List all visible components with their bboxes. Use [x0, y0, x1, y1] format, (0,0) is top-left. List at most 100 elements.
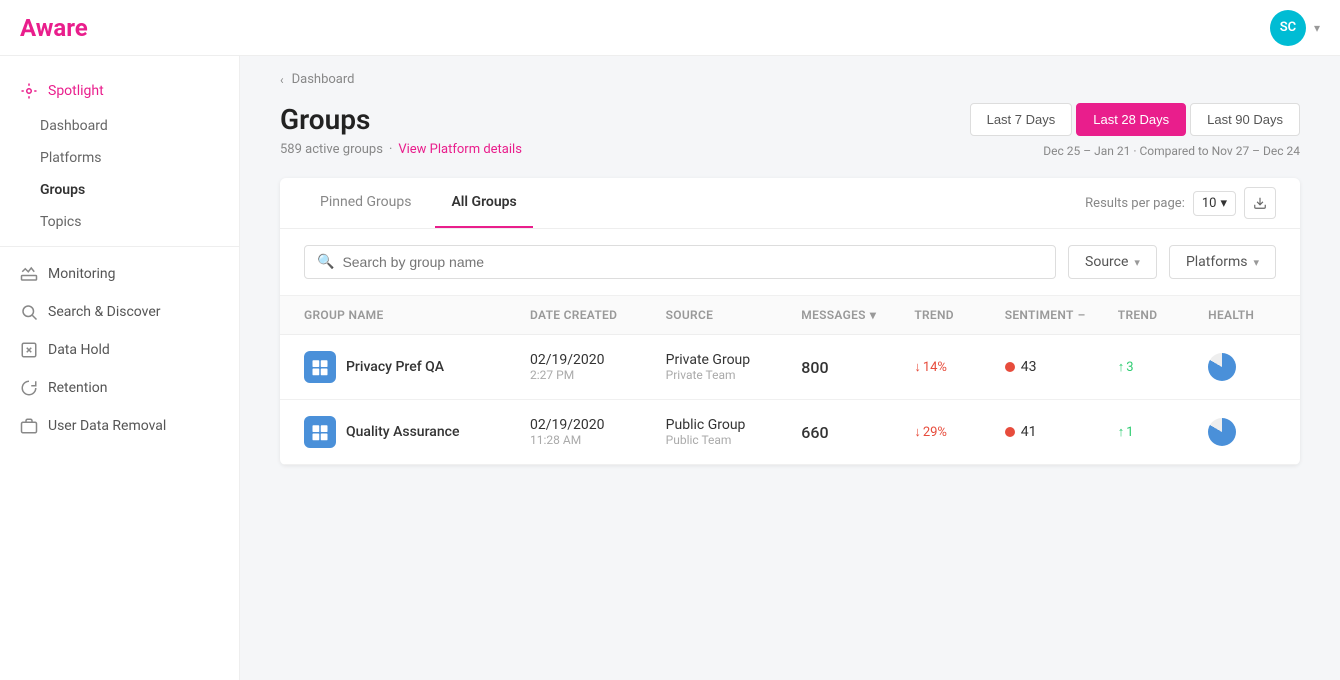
search-box: 🔍: [304, 245, 1056, 279]
date-buttons: Last 7 Days Last 28 Days Last 90 Days: [970, 103, 1300, 136]
retention-icon: [20, 379, 38, 397]
group-name-cell: Privacy Pref QA: [304, 351, 530, 383]
results-per-page-select[interactable]: 10 ▾: [1193, 191, 1236, 216]
date-btn-28days[interactable]: Last 28 Days: [1076, 103, 1186, 136]
sidebar-item-platforms[interactable]: Platforms: [20, 142, 239, 174]
results-select-chevron-icon: ▾: [1220, 196, 1227, 211]
top-header: Aware SC ▾: [0, 0, 1340, 56]
sidebar-item-data-hold[interactable]: Data Hold: [0, 331, 239, 369]
data-hold-icon: [20, 341, 38, 359]
source-sub-value: Private Team: [666, 368, 802, 382]
date-range-section: Last 7 Days Last 28 Days Last 90 Days De…: [970, 103, 1300, 158]
sentiment-trend: ↑ 1: [1118, 424, 1208, 440]
col-header-sentiment-trend: Trend: [1118, 308, 1208, 322]
date-created-value: 02/19/2020: [530, 417, 666, 433]
tabs-left: Pinned Groups All Groups: [304, 178, 541, 228]
sidebar-item-user-data-removal[interactable]: User Data Removal: [0, 407, 239, 445]
date-range-text: Dec 25 – Jan 21 · Compared to Nov 27 – D…: [1043, 144, 1300, 158]
source-filter-label: Source: [1085, 254, 1128, 270]
date-btn-90days[interactable]: Last 90 Days: [1190, 103, 1300, 136]
search-input[interactable]: [342, 254, 1043, 270]
tabs-right: Results per page: 10 ▾: [1085, 187, 1276, 219]
source-filter-button[interactable]: Source ▾: [1068, 245, 1157, 279]
sidebar-item-groups[interactable]: Groups: [20, 174, 239, 206]
table-row[interactable]: Privacy Pref QA 02/19/2020 2:27 PM Priva…: [280, 335, 1300, 400]
search-discover-icon: [20, 303, 38, 321]
col-header-health: Health: [1208, 308, 1276, 322]
search-filter-bar: 🔍 Source ▾ Platforms ▾: [280, 229, 1300, 296]
source-cell: Private Group Private Team: [666, 352, 802, 382]
col-header-sentiment[interactable]: Sentiment –: [1005, 308, 1118, 322]
sentiment-dot-icon: [1005, 362, 1015, 372]
data-hold-label: Data Hold: [48, 342, 110, 358]
health-circle: [1208, 418, 1236, 446]
search-discover-label: Search & Discover: [48, 304, 161, 320]
sidebar-item-retention[interactable]: Retention: [0, 369, 239, 407]
tab-pinned-groups[interactable]: Pinned Groups: [304, 178, 427, 228]
date-cell: 02/19/2020 11:28 AM: [530, 417, 666, 447]
compared-date-range: Compared to Nov 27 – Dec 24: [1139, 144, 1300, 158]
sidebar-item-topics[interactable]: Topics: [20, 206, 239, 238]
download-button[interactable]: [1244, 187, 1276, 219]
sidebar-item-monitoring[interactable]: Monitoring: [0, 255, 239, 293]
content-area: ‹ Dashboard Groups 589 active groups · V…: [240, 56, 1340, 680]
active-groups-count: 589 active groups: [280, 142, 383, 157]
page-header: Groups 589 active groups · View Platform…: [240, 87, 1340, 178]
avatar[interactable]: SC: [1270, 10, 1306, 46]
sentiment-score-value: 43: [1021, 359, 1037, 375]
platforms-filter-button[interactable]: Platforms ▾: [1169, 245, 1276, 279]
breadcrumb-label[interactable]: Dashboard: [292, 72, 355, 87]
source-cell: Public Group Public Team: [666, 417, 802, 447]
group-name-cell: Quality Assurance: [304, 416, 530, 448]
avatar-chevron-icon[interactable]: ▾: [1314, 21, 1320, 35]
tab-all-groups[interactable]: All Groups: [435, 178, 532, 228]
trend-up-value: 3: [1126, 360, 1133, 375]
page-title-section: Groups 589 active groups · View Platform…: [280, 103, 522, 157]
trend-up-arrow-icon: ↑: [1118, 424, 1125, 440]
trend-up-arrow-icon: ↑: [1118, 359, 1125, 375]
sidebar-item-spotlight[interactable]: Spotlight: [0, 72, 239, 110]
sentiment-cell: 43: [1005, 359, 1118, 375]
col-header-messages[interactable]: Messages ▾: [801, 308, 914, 322]
header-right: SC ▾: [1270, 10, 1320, 46]
sidebar-item-search-discover[interactable]: Search & Discover: [0, 293, 239, 331]
page-title: Groups: [280, 103, 522, 136]
sentiment-cell: 41: [1005, 424, 1118, 440]
groups-card: Pinned Groups All Groups Results per pag…: [280, 178, 1300, 465]
source-type-value: Private Group: [666, 352, 802, 368]
retention-label: Retention: [48, 380, 108, 396]
spotlight-label: Spotlight: [48, 83, 104, 99]
search-icon: 🔍: [317, 254, 334, 270]
col-header-messages-trend: Trend: [914, 308, 1004, 322]
breadcrumb-arrow-icon: ‹: [280, 73, 284, 87]
col-header-group-name: Group Name: [304, 308, 530, 322]
view-platform-details-link[interactable]: View Platform details: [398, 142, 522, 157]
trend-up-value: 1: [1126, 425, 1133, 440]
page-subtitle: 589 active groups · View Platform detail…: [280, 142, 522, 157]
platforms-filter-label: Platforms: [1186, 254, 1248, 270]
sentiment-trend: ↑ 3: [1118, 359, 1208, 375]
sentiment-score-value: 41: [1021, 424, 1037, 440]
sentiment-dot-icon: [1005, 427, 1015, 437]
platforms-filter-chevron-icon: ▾: [1253, 256, 1259, 269]
table-header: Group Name Date Created Source Messages …: [280, 296, 1300, 335]
table-row[interactable]: Quality Assurance 02/19/2020 11:28 AM Pu…: [280, 400, 1300, 465]
results-value: 10: [1202, 196, 1217, 211]
sidebar: Spotlight Dashboard Platforms Groups Top…: [0, 56, 240, 680]
user-data-removal-icon: [20, 417, 38, 435]
sidebar-item-dashboard[interactable]: Dashboard: [20, 110, 239, 142]
sentiment-sort-icon: –: [1078, 308, 1086, 322]
messages-count: 800: [801, 358, 914, 377]
trend-down-value: 29%: [923, 425, 947, 440]
health-circle: [1208, 353, 1236, 381]
user-data-removal-label: User Data Removal: [48, 418, 166, 434]
date-created-value: 02/19/2020: [530, 352, 666, 368]
monitoring-icon: [20, 265, 38, 283]
source-filter-chevron-icon: ▾: [1134, 256, 1140, 269]
main-layout: Spotlight Dashboard Platforms Groups Top…: [0, 56, 1340, 680]
spotlight-subitems: Dashboard Platforms Groups Topics: [0, 110, 239, 238]
trend-down-arrow-icon: ↓: [914, 359, 921, 375]
messages-sort-icon: ▾: [870, 308, 876, 322]
date-btn-7days[interactable]: Last 7 Days: [970, 103, 1073, 136]
breadcrumb: ‹ Dashboard: [240, 56, 1340, 87]
